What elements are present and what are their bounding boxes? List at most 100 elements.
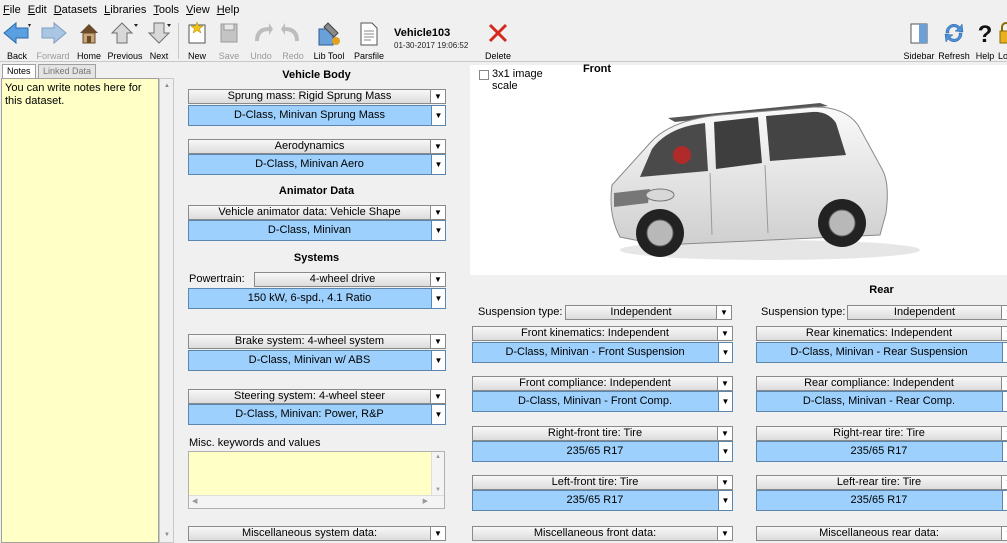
left-front-tire-link[interactable]: Left-front tire: Tire ▼ xyxy=(472,475,733,490)
lib-tool-button[interactable]: Lib Tool xyxy=(309,19,349,62)
rear-suspension-type-select[interactable]: Independent ▼ xyxy=(847,305,1007,320)
dropdown-arrow-icon[interactable]: ▼ xyxy=(1002,442,1007,461)
dropdown-arrow-icon[interactable]: ▼ xyxy=(430,527,445,540)
menu-file[interactable]: File xyxy=(3,4,21,16)
menu-edit[interactable]: Edit xyxy=(28,4,47,16)
dropdown-arrow-icon[interactable]: ▼ xyxy=(431,155,445,174)
dropdown-arrow-icon[interactable]: ▼ xyxy=(431,106,445,125)
rear-compliance-dataset[interactable]: D-Class, Minivan - Rear Comp. ▼ xyxy=(756,391,1007,412)
dropdown-arrow-icon[interactable]: ▼ xyxy=(430,90,445,103)
parsfile-button[interactable]: Parsfile xyxy=(349,19,389,62)
right-front-tire-dataset[interactable]: 235/65 R17 ▼ xyxy=(472,441,733,462)
dropdown-arrow-icon[interactable]: ▼ xyxy=(716,306,731,319)
dropdown-arrow-icon[interactable]: ▼ xyxy=(717,427,732,440)
dropdown-arrow-icon[interactable]: ▼ xyxy=(717,476,732,489)
left-rear-tire-dataset[interactable]: 235/65 R17 ▼ xyxy=(756,490,1007,511)
right-front-tire-link[interactable]: Right-front tire: Tire ▼ xyxy=(472,426,733,441)
dropdown-arrow-icon[interactable]: ▼ xyxy=(717,527,732,540)
animator-data-link[interactable]: Vehicle animator data: Vehicle Shape ▼ xyxy=(188,205,446,220)
undo-button[interactable]: Undo xyxy=(245,19,277,62)
notes-scrollbar[interactable]: ▲ ▼ xyxy=(159,78,174,543)
misc-system-data-link[interactable]: Miscellaneous system data: ▼ xyxy=(188,526,446,541)
right-rear-tire-link[interactable]: Right-rear tire: Tire ▼ xyxy=(756,426,1007,441)
scroll-left-icon[interactable]: ◀ xyxy=(192,497,197,505)
new-button[interactable]: New xyxy=(181,19,213,62)
dropdown-arrow-icon[interactable]: ▼ xyxy=(430,335,445,348)
scroll-right-icon[interactable]: ▶ xyxy=(423,497,428,505)
front-suspension-type-select[interactable]: Independent ▼ xyxy=(565,305,732,320)
next-button[interactable]: Next xyxy=(144,19,174,62)
dropdown-arrow-icon[interactable]: ▼ xyxy=(430,140,445,153)
dropdown-arrow-icon[interactable]: ▼ xyxy=(1002,343,1007,362)
scroll-up-icon[interactable]: ▲ xyxy=(164,83,170,89)
dropdown-arrow-icon[interactable]: ▼ xyxy=(1001,327,1007,340)
dropdown-arrow-icon[interactable]: ▼ xyxy=(1002,491,1007,510)
brake-system-dataset[interactable]: D-Class, Minivan w/ ABS ▼ xyxy=(188,350,446,371)
scroll-down-icon[interactable]: ▼ xyxy=(435,487,441,493)
dropdown-arrow-icon[interactable]: ▼ xyxy=(718,442,732,461)
left-rear-tire-link[interactable]: Left-rear tire: Tire ▼ xyxy=(756,475,1007,490)
powertrain-dataset[interactable]: 150 kW, 6-spd., 4.1 Ratio ▼ xyxy=(188,288,446,309)
dropdown-arrow-icon[interactable]: ▼ xyxy=(431,405,445,424)
sprung-mass-dataset[interactable]: D-Class, Minivan Sprung Mass ▼ xyxy=(188,105,446,126)
tab-linked-data[interactable]: Linked Data xyxy=(38,64,97,78)
dropdown-arrow-icon[interactable]: ▼ xyxy=(1001,427,1007,440)
dropdown-arrow-icon[interactable]: ▼ xyxy=(717,327,732,340)
forward-button[interactable]: Forward xyxy=(34,19,72,62)
refresh-button[interactable]: Refresh xyxy=(936,19,972,62)
misc-front-data-link[interactable]: Miscellaneous front data: ▼ xyxy=(472,526,733,541)
dropdown-arrow-icon[interactable]: ▼ xyxy=(718,343,732,362)
menu-datasets[interactable]: Datasets xyxy=(54,4,97,16)
brake-system-link[interactable]: Brake system: 4-wheel system ▼ xyxy=(188,334,446,349)
dropdown-arrow-icon[interactable]: ▼ xyxy=(430,390,445,403)
misc-keywords-textarea[interactable]: ▲ ▼ ◀ ▶ xyxy=(188,451,445,509)
dropdown-arrow-icon[interactable]: ▼ xyxy=(1001,527,1007,540)
dropdown-arrow-icon[interactable]: ▼ xyxy=(430,206,445,219)
save-button[interactable]: Save xyxy=(213,19,245,62)
misc-vertical-scrollbar[interactable]: ▲ ▼ xyxy=(431,452,444,495)
home-button[interactable]: Home xyxy=(72,19,106,62)
dropdown-arrow-icon[interactable]: ▼ xyxy=(718,392,732,411)
delete-button[interactable]: Delete xyxy=(479,19,517,62)
front-kinematics-link[interactable]: Front kinematics: Independent ▼ xyxy=(472,326,733,341)
dropdown-arrow-icon[interactable]: ▼ xyxy=(1002,392,1007,411)
aerodynamics-link[interactable]: Aerodynamics ▼ xyxy=(188,139,446,154)
menu-help[interactable]: Help xyxy=(217,4,240,16)
lock-button[interactable]: Lo xyxy=(998,19,1007,62)
powertrain-select[interactable]: 4-wheel drive ▼ xyxy=(254,272,446,287)
front-compliance-dataset[interactable]: D-Class, Minivan - Front Comp. ▼ xyxy=(472,391,733,412)
menu-libraries[interactable]: Libraries xyxy=(104,4,146,16)
dropdown-arrow-icon[interactable]: ▼ xyxy=(1001,306,1007,319)
rear-kinematics-link[interactable]: Rear kinematics: Independent ▼ xyxy=(756,326,1007,341)
rear-kinematics-dataset[interactable]: D-Class, Minivan - Rear Suspension ▼ xyxy=(756,342,1007,363)
notes-textarea[interactable]: You can write notes here for this datase… xyxy=(1,78,159,543)
scroll-down-icon[interactable]: ▼ xyxy=(164,532,170,538)
previous-button[interactable]: Previous xyxy=(106,19,144,62)
dropdown-arrow-icon[interactable]: ▼ xyxy=(717,377,732,390)
front-compliance-link[interactable]: Front compliance: Independent ▼ xyxy=(472,376,733,391)
dropdown-arrow-icon[interactable]: ▼ xyxy=(1001,377,1007,390)
steering-system-dataset[interactable]: D-Class, Minivan: Power, R&P ▼ xyxy=(188,404,446,425)
misc-rear-data-link[interactable]: Miscellaneous rear data: ▼ xyxy=(756,526,1007,541)
animator-dataset[interactable]: D-Class, Minivan ▼ xyxy=(188,220,446,241)
sidebar-button[interactable]: Sidebar xyxy=(902,19,936,62)
redo-button[interactable]: Redo xyxy=(277,19,309,62)
aerodynamics-dataset[interactable]: D-Class, Minivan Aero ▼ xyxy=(188,154,446,175)
rear-compliance-link[interactable]: Rear compliance: Independent ▼ xyxy=(756,376,1007,391)
scroll-up-icon[interactable]: ▲ xyxy=(435,454,441,460)
back-button[interactable]: Back xyxy=(0,19,34,62)
menu-view[interactable]: View xyxy=(186,4,210,16)
menu-tools[interactable]: Tools xyxy=(153,4,179,16)
sprung-mass-link[interactable]: Sprung mass: Rigid Sprung Mass ▼ xyxy=(188,89,446,104)
misc-horizontal-scrollbar[interactable]: ◀ ▶ xyxy=(189,495,444,508)
dropdown-arrow-icon[interactable]: ▼ xyxy=(718,491,732,510)
dropdown-arrow-icon[interactable]: ▼ xyxy=(431,221,445,240)
help-button[interactable]: ? Help xyxy=(972,19,998,62)
dropdown-arrow-icon[interactable]: ▼ xyxy=(1001,476,1007,489)
right-rear-tire-dataset[interactable]: 235/65 R17 ▼ xyxy=(756,441,1007,462)
dropdown-arrow-icon[interactable]: ▼ xyxy=(430,273,445,286)
tab-notes[interactable]: Notes xyxy=(2,64,36,78)
left-front-tire-dataset[interactable]: 235/65 R17 ▼ xyxy=(472,490,733,511)
steering-system-link[interactable]: Steering system: 4-wheel steer ▼ xyxy=(188,389,446,404)
dropdown-arrow-icon[interactable]: ▼ xyxy=(431,289,445,308)
